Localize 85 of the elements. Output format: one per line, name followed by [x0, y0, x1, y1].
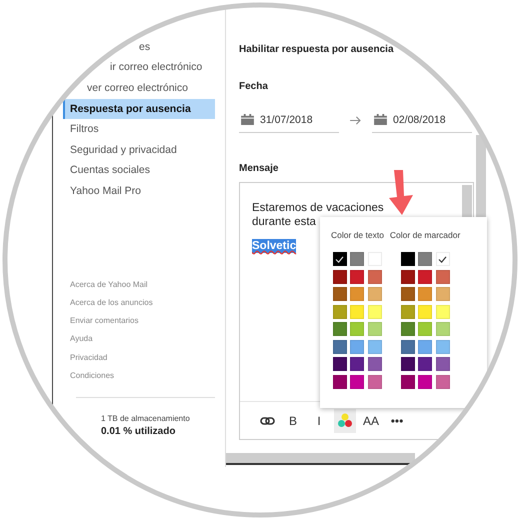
- color-swatch[interactable]: [400, 340, 415, 354]
- color-swatch[interactable]: [418, 304, 432, 318]
- check-icon: [438, 256, 448, 262]
- color-swatch[interactable]: [350, 270, 364, 284]
- palette-title: Color de texto: [331, 229, 384, 241]
- color-swatch[interactable]: [400, 304, 415, 318]
- color-swatch[interactable]: [418, 374, 432, 388]
- color-swatch[interactable]: [400, 357, 415, 371]
- size-button[interactable]: AA: [360, 408, 382, 432]
- color-swatch[interactable]: [400, 287, 415, 301]
- color-swatch[interactable]: [418, 270, 432, 284]
- storage-label: 1 TB de almacenamiento: [101, 412, 191, 425]
- color-swatch[interactable]: [418, 322, 432, 336]
- calendar-icon: [374, 114, 387, 125]
- section-heading: Habilitar respuesta por ausencia: [239, 43, 394, 57]
- color-swatch[interactable]: [436, 322, 450, 336]
- color-swatch[interactable]: [368, 270, 382, 284]
- color-swatch[interactable]: [436, 374, 450, 388]
- color-swatch[interactable]: [368, 322, 382, 336]
- color-swatch[interactable]: [350, 252, 364, 266]
- sidebar-item[interactable]: Cuentas sociales: [63, 164, 150, 178]
- color-swatch[interactable]: [368, 357, 382, 371]
- color-swatch[interactable]: [350, 374, 364, 388]
- color-swatch[interactable]: [436, 357, 450, 371]
- sidebar-item[interactable]: ir correo electrónico: [103, 61, 202, 74]
- sidebar-item[interactable]: Respuesta por ausencia: [63, 98, 215, 120]
- scrollbar[interactable]: [226, 453, 415, 465]
- color-swatch[interactable]: [332, 304, 347, 318]
- color-swatch[interactable]: [332, 374, 347, 388]
- color-swatch[interactable]: [400, 252, 415, 266]
- footer-link[interactable]: Condiciones: [70, 366, 215, 385]
- color-swatch[interactable]: [418, 252, 432, 266]
- footer-link[interactable]: Privacidad: [70, 348, 215, 367]
- color-swatch[interactable]: [436, 287, 450, 301]
- color-swatch[interactable]: [332, 270, 347, 284]
- sidebar-item[interactable]: ver correo electrónico: [80, 82, 188, 95]
- link-icon: [260, 416, 274, 424]
- color-button[interactable]: [334, 408, 356, 432]
- palette-title: Color de marcador: [390, 229, 460, 241]
- color-swatch[interactable]: [350, 322, 364, 336]
- color-swatch[interactable]: [368, 374, 382, 388]
- footer-link[interactable]: Enviar comentarios: [70, 312, 215, 330]
- color-swatch[interactable]: [400, 270, 415, 284]
- color-swatch[interactable]: [350, 287, 364, 301]
- pointer-arrow: [386, 170, 416, 216]
- storage-usage: 0.01 % utilizado: [101, 424, 176, 439]
- color-swatch[interactable]: [350, 340, 364, 354]
- color-dots-icon: [337, 413, 353, 428]
- color-swatch[interactable]: [332, 340, 347, 354]
- color-swatch[interactable]: [400, 374, 415, 388]
- bold-button[interactable]: B: [282, 408, 304, 432]
- start-date-field[interactable]: 31/07/2018: [239, 107, 339, 133]
- footer-link[interactable]: Acerca de Yahoo Mail: [70, 276, 215, 294]
- color-swatch[interactable]: [332, 357, 347, 371]
- color-swatch[interactable]: [332, 287, 347, 301]
- color-swatch[interactable]: [332, 252, 347, 266]
- footer-link[interactable]: Ayuda: [70, 330, 215, 348]
- sidebar-item[interactable]: es: [132, 40, 150, 54]
- color-swatch[interactable]: [418, 287, 432, 301]
- color-swatch[interactable]: [436, 270, 450, 284]
- color-swatch[interactable]: [436, 340, 450, 354]
- sidebar-item[interactable]: Yahoo Mail Pro: [63, 184, 142, 198]
- italic-button[interactable]: I: [308, 408, 330, 432]
- date-label: Fecha: [239, 80, 268, 94]
- color-swatch[interactable]: [436, 252, 450, 266]
- color-swatch[interactable]: [332, 322, 347, 336]
- message-line: Estaremos de vacaciones: [252, 201, 384, 215]
- color-swatch[interactable]: [400, 322, 415, 336]
- check-icon: [335, 256, 344, 262]
- color-swatch[interactable]: [418, 357, 432, 371]
- message-line: durante esta: [252, 215, 316, 229]
- color-swatch[interactable]: [418, 340, 432, 354]
- color-swatch[interactable]: [368, 304, 382, 318]
- color-swatch[interactable]: [436, 304, 450, 318]
- color-swatch[interactable]: [368, 340, 382, 354]
- color-swatch[interactable]: [350, 304, 364, 318]
- color-swatch[interactable]: [368, 287, 382, 301]
- more-button[interactable]: •••: [386, 408, 408, 432]
- sidebar-item[interactable]: Filtros: [63, 123, 99, 136]
- color-swatch[interactable]: [350, 357, 364, 371]
- message-label: Mensaje: [239, 162, 278, 176]
- sidebar-item[interactable]: Seguridad y privacidad: [63, 144, 177, 157]
- footer-link[interactable]: Acerca de los anuncios: [70, 294, 215, 312]
- calendar-icon: [241, 114, 254, 125]
- arrow-right-icon: [350, 116, 361, 124]
